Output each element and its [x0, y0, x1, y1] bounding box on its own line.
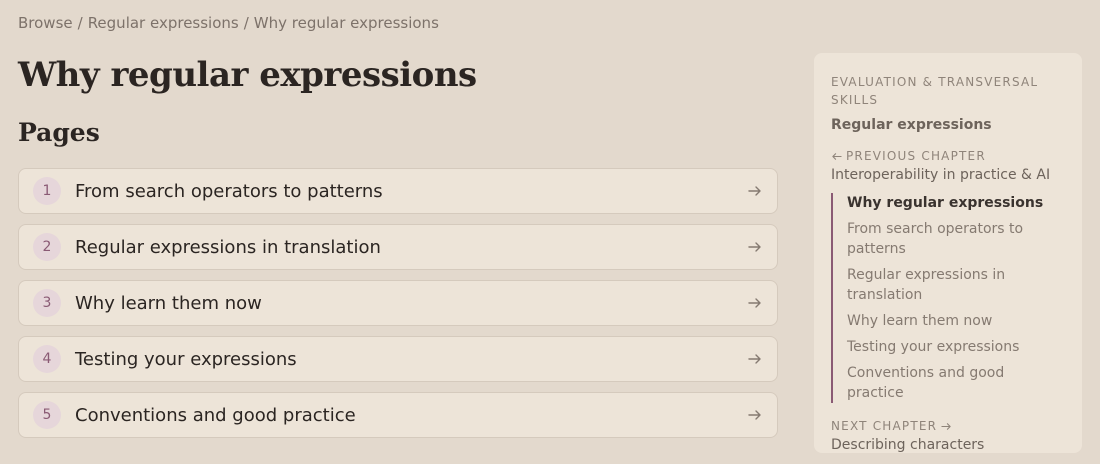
chapter-toc: Why regular expressions From search oper…	[831, 193, 1065, 403]
page-number-badge: 2	[33, 233, 61, 261]
page-title: Why regular expressions	[18, 55, 477, 95]
sidebar-book-title[interactable]: Regular expressions	[831, 117, 1065, 133]
breadcrumb-browse[interactable]: Browse	[18, 14, 73, 32]
next-chapter-link[interactable]: Describing characters	[831, 437, 1065, 453]
previous-chapter-text: PREVIOUS CHAPTER	[846, 149, 986, 163]
next-chapter-text: NEXT CHAPTER	[831, 419, 938, 433]
arrow-right-icon	[748, 354, 761, 364]
section-title: Pages	[18, 118, 100, 147]
arrow-right-icon	[941, 422, 951, 430]
arrow-right-icon	[748, 242, 761, 252]
previous-chapter-label: PREVIOUS CHAPTER	[831, 149, 1065, 163]
page-label: Testing your expressions	[75, 348, 297, 370]
sidebar-section-label: EVALUATION & TRANSVERSAL SKILLS	[831, 75, 1039, 107]
arrow-right-icon	[748, 410, 761, 420]
page-label: Conventions and good practice	[75, 404, 356, 426]
toc-item[interactable]: Testing your expressions	[847, 337, 1065, 357]
page-number-badge: 4	[33, 345, 61, 373]
toc-item[interactable]: Why learn them now	[847, 311, 1065, 331]
chapter-sidebar: EVALUATION & TRANSVERSAL SKILLS Regular …	[814, 53, 1082, 453]
page-card-5[interactable]: 5 Conventions and good practice	[18, 392, 778, 438]
page-number-badge: 3	[33, 289, 61, 317]
breadcrumb-regular-expressions[interactable]: Regular expressions	[88, 14, 239, 32]
toc-item[interactable]: Conventions and good practice	[847, 363, 1065, 403]
arrow-right-icon	[748, 298, 761, 308]
page-card-4[interactable]: 4 Testing your expressions	[18, 336, 778, 382]
toc-item-current[interactable]: Why regular expressions	[847, 193, 1065, 213]
toc-item[interactable]: Regular expressions in translation	[847, 265, 1065, 305]
previous-chapter-link[interactable]: Interoperability in practice & AI	[831, 167, 1065, 183]
arrow-left-icon	[832, 152, 842, 160]
page-card-1[interactable]: 1 From search operators to patterns	[18, 168, 778, 214]
next-chapter-label: NEXT CHAPTER	[831, 419, 1065, 433]
toc-item[interactable]: From search operators to patterns	[847, 219, 1065, 259]
page-number-badge: 5	[33, 401, 61, 429]
page-label: Regular expressions in translation	[75, 236, 381, 258]
page-label: From search operators to patterns	[75, 180, 383, 202]
page-card-2[interactable]: 2 Regular expressions in translation	[18, 224, 778, 270]
page-list: 1 From search operators to patterns 2 Re…	[18, 168, 778, 438]
breadcrumb-separator: /	[77, 14, 83, 32]
page-label: Why learn them now	[75, 292, 262, 314]
page-card-3[interactable]: 3 Why learn them now	[18, 280, 778, 326]
arrow-right-icon	[748, 186, 761, 196]
page-number-badge: 1	[33, 177, 61, 205]
breadcrumb: Browse / Regular expressions / Why regular e…	[18, 14, 439, 32]
breadcrumb-separator: /	[243, 14, 249, 32]
breadcrumb-current: Why regular expressions	[253, 14, 439, 32]
